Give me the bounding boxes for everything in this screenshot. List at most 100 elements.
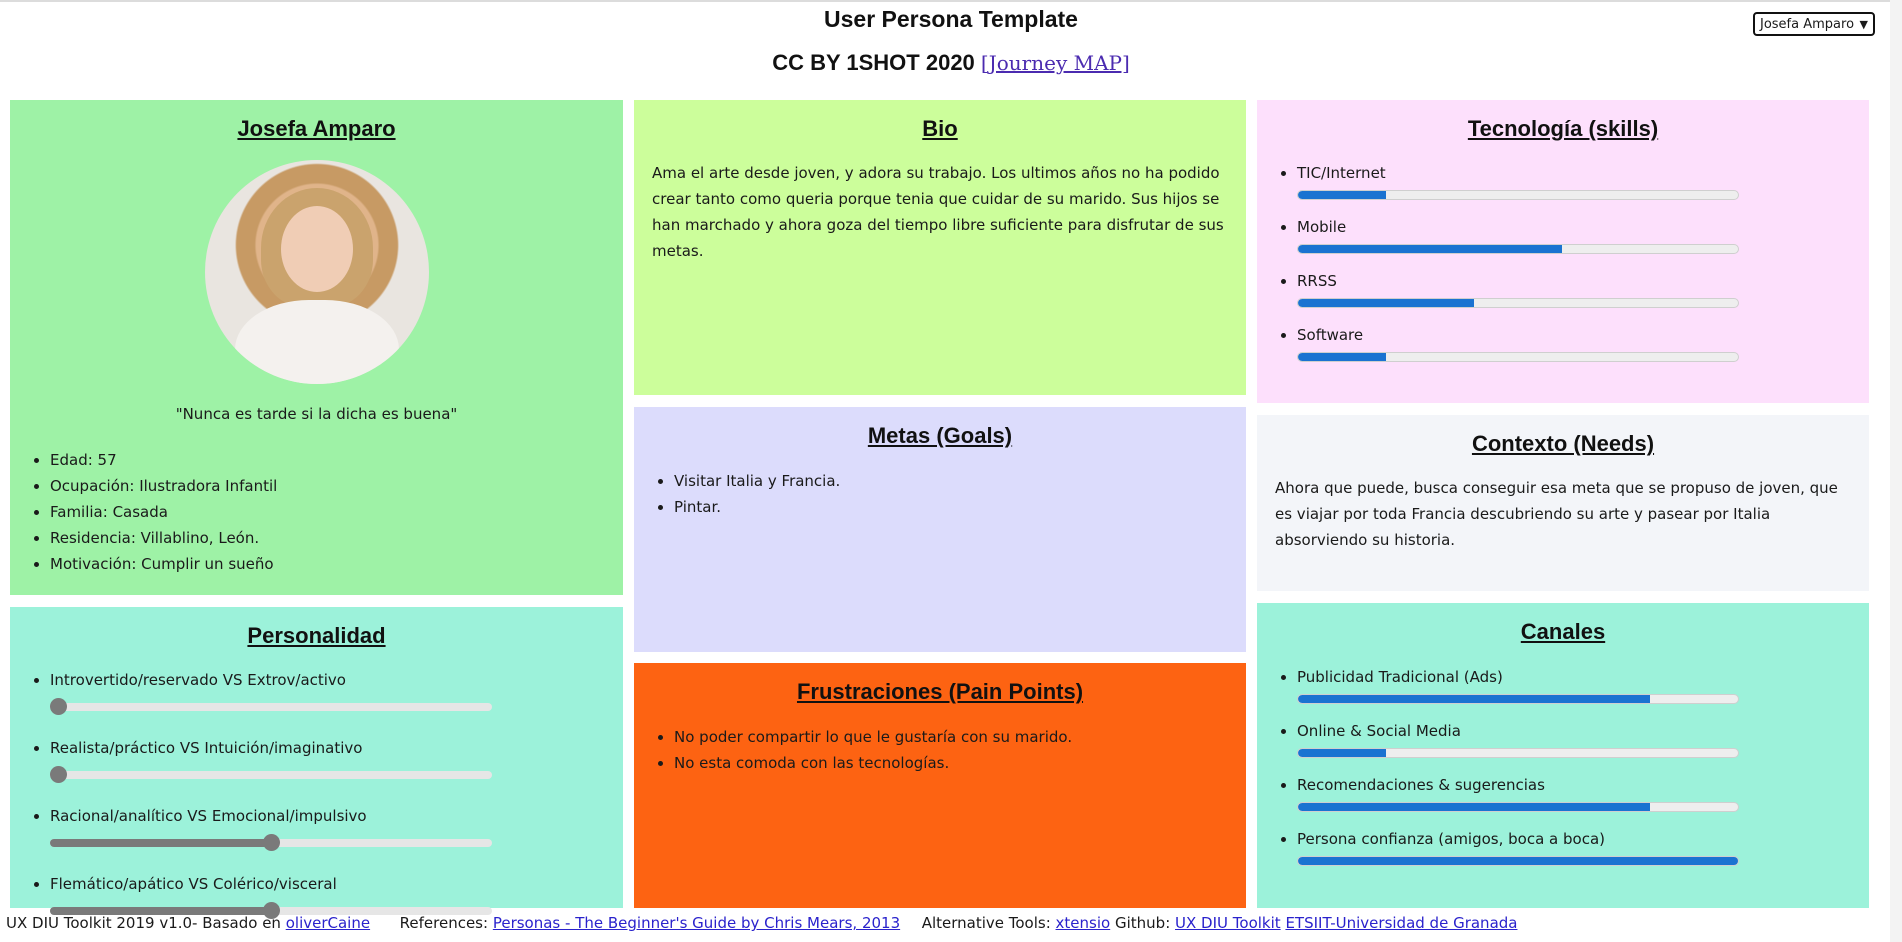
goals-title: Metas (Goals) <box>867 423 1013 448</box>
frustration-item: No esta comoda con las tecnologías. <box>674 750 1072 776</box>
license-text: CC BY 1SHOT 2020 <box>772 50 975 75</box>
based-on-link[interactable]: oliverCaine <box>286 914 370 932</box>
journey-map-link[interactable]: [Journey MAP] <box>981 51 1130 75</box>
fact-age: Edad: 57 <box>50 447 277 473</box>
skill-bar <box>1297 352 1739 362</box>
scrollbar[interactable] <box>1890 0 1902 942</box>
footer: UX DIU Toolkit 2019 v1.0- Basado en oliv… <box>6 914 1886 932</box>
channel-label: Recomendaciones & sugerencias <box>1297 776 1545 794</box>
personality-label: Realista/práctico VS Intuición/imaginati… <box>50 739 363 757</box>
page-subtitle: CC BY 1SHOT 2020 [Journey MAP] <box>0 50 1902 76</box>
channel-bar <box>1297 856 1739 866</box>
persona-select[interactable]: Josefa Amparo ▼ <box>1753 12 1875 36</box>
channel-label: Publicidad Tradicional (Ads) <box>1297 668 1503 686</box>
personality-slider[interactable] <box>50 834 492 851</box>
personality-list: Introvertido/reservado VS Extrov/activo … <box>28 667 492 939</box>
persona-select-value: Josefa Amparo <box>1760 16 1855 32</box>
skill-bar-fill <box>1298 353 1386 361</box>
chevron-down-icon: ▼ <box>1859 17 1868 31</box>
xtensio-link[interactable]: xtensio <box>1056 914 1111 932</box>
skill-bar <box>1297 190 1739 200</box>
channel-item: Recomendaciones & sugerencias <box>1297 772 1739 812</box>
persona-avatar <box>205 160 429 384</box>
skill-item: RRSS <box>1297 268 1739 308</box>
skill-item: Mobile <box>1297 214 1739 254</box>
persona-quote: "Nunca es tarde si la dicha es buena" <box>175 405 458 423</box>
context-title: Contexto (Needs) <box>1471 431 1655 456</box>
channel-item: Persona confianza (amigos, boca a boca) <box>1297 826 1739 866</box>
github-link[interactable]: UX DIU Toolkit <box>1175 914 1281 932</box>
channels-title: Canales <box>1520 619 1606 644</box>
alt-tools-label: Alternative Tools: <box>921 914 1051 932</box>
technology-list: TIC/Internet Mobile RRSS Software <box>1275 160 1739 376</box>
github-label: Github: <box>1114 914 1171 932</box>
frustration-item: No poder compartir lo que le gustaría co… <box>674 724 1072 750</box>
profile-card: Josefa Amparo "Nunca es tarde si la dich… <box>10 100 623 595</box>
top-border <box>0 0 1902 2</box>
frustrations-card: Frustraciones (Pain Points) No poder com… <box>634 663 1246 908</box>
skill-bar-fill <box>1298 299 1474 307</box>
goal-item: Visitar Italia y Francia. <box>674 468 840 494</box>
fact-motivation: Motivación: Cumplir un sueño <box>50 551 277 577</box>
skill-bar <box>1297 298 1739 308</box>
personality-card: Personalidad Introvertido/reservado VS E… <box>10 607 623 919</box>
personality-item: Flemático/apático VS Colérico/visceral <box>50 871 492 919</box>
references-link[interactable]: Personas - The Beginner's Guide by Chris… <box>493 914 900 932</box>
slider-thumb[interactable] <box>50 766 67 783</box>
personality-item: Introvertido/reservado VS Extrov/activo <box>50 667 492 715</box>
slider-thumb[interactable] <box>50 698 67 715</box>
fact-family: Familia: Casada <box>50 499 277 525</box>
avatar-body <box>235 300 399 384</box>
personality-item: Realista/práctico VS Intuición/imaginati… <box>50 735 492 783</box>
technology-title: Tecnología (skills) <box>1467 116 1659 141</box>
skill-label: Software <box>1297 326 1364 344</box>
personality-label: Flemático/apático VS Colérico/visceral <box>50 875 337 893</box>
personality-item: Racional/analítico VS Emocional/impulsiv… <box>50 803 492 851</box>
context-card: Contexto (Needs) Ahora que puede, busca … <box>1257 415 1869 591</box>
channel-label: Online & Social Media <box>1297 722 1461 740</box>
personality-slider[interactable] <box>50 766 492 783</box>
channels-list: Publicidad Tradicional (Ads) Online & So… <box>1275 664 1739 880</box>
skill-item: Software <box>1297 322 1739 362</box>
skill-item: TIC/Internet <box>1297 160 1739 200</box>
channel-item: Online & Social Media <box>1297 718 1739 758</box>
channel-bar-fill <box>1298 803 1650 811</box>
slider-fill <box>50 839 271 847</box>
bio-title: Bio <box>922 116 958 141</box>
references-label: References: <box>399 914 489 932</box>
skill-bar-fill <box>1298 191 1386 199</box>
skill-bar <box>1297 244 1739 254</box>
goal-item: Pintar. <box>674 494 840 520</box>
slider-thumb[interactable] <box>263 834 280 851</box>
avatar-face <box>281 206 353 292</box>
channel-bar-fill <box>1298 749 1386 757</box>
channel-item: Publicidad Tradicional (Ads) <box>1297 664 1739 704</box>
personality-label: Introvertido/reservado VS Extrov/activo <box>50 671 346 689</box>
personality-title: Personalidad <box>247 623 386 648</box>
technology-card: Tecnología (skills) TIC/Internet Mobile … <box>1257 100 1869 403</box>
frustrations-list: No poder compartir lo que le gustaría co… <box>652 724 1072 776</box>
channel-bar-fill <box>1298 857 1738 865</box>
bio-card: Bio Ama el arte desde joven, y adora su … <box>634 100 1246 395</box>
skill-bar-fill <box>1298 245 1562 253</box>
skill-label: Mobile <box>1297 218 1347 236</box>
channel-bar <box>1297 802 1739 812</box>
skill-label: TIC/Internet <box>1297 164 1386 182</box>
persona-name: Josefa Amparo <box>237 116 396 141</box>
page-title: User Persona Template <box>824 6 1078 32</box>
channels-card: Canales Publicidad Tradicional (Ads) Onl… <box>1257 603 1869 908</box>
personality-label: Racional/analítico VS Emocional/impulsiv… <box>50 807 367 825</box>
goals-list: Visitar Italia y Francia. Pintar. <box>652 468 840 520</box>
persona-facts: Edad: 57 Ocupación: Ilustradora Infantil… <box>28 447 277 577</box>
personality-slider[interactable] <box>50 698 492 715</box>
channel-bar <box>1297 694 1739 704</box>
bio-text: Ama el arte desde joven, y adora su trab… <box>652 164 1224 260</box>
fact-occupation: Ocupación: Ilustradora Infantil <box>50 473 277 499</box>
goals-card: Metas (Goals) Visitar Italia y Francia. … <box>634 407 1246 652</box>
university-link[interactable]: ETSIIT-Universidad de Granada <box>1285 914 1517 932</box>
fact-residence: Residencia: Villablino, León. <box>50 525 277 551</box>
context-text: Ahora que puede, busca conseguir esa met… <box>1275 479 1838 549</box>
channel-bar <box>1297 748 1739 758</box>
footer-prefix: UX DIU Toolkit 2019 v1.0- Basado en <box>6 914 281 932</box>
skill-label: RRSS <box>1297 272 1337 290</box>
